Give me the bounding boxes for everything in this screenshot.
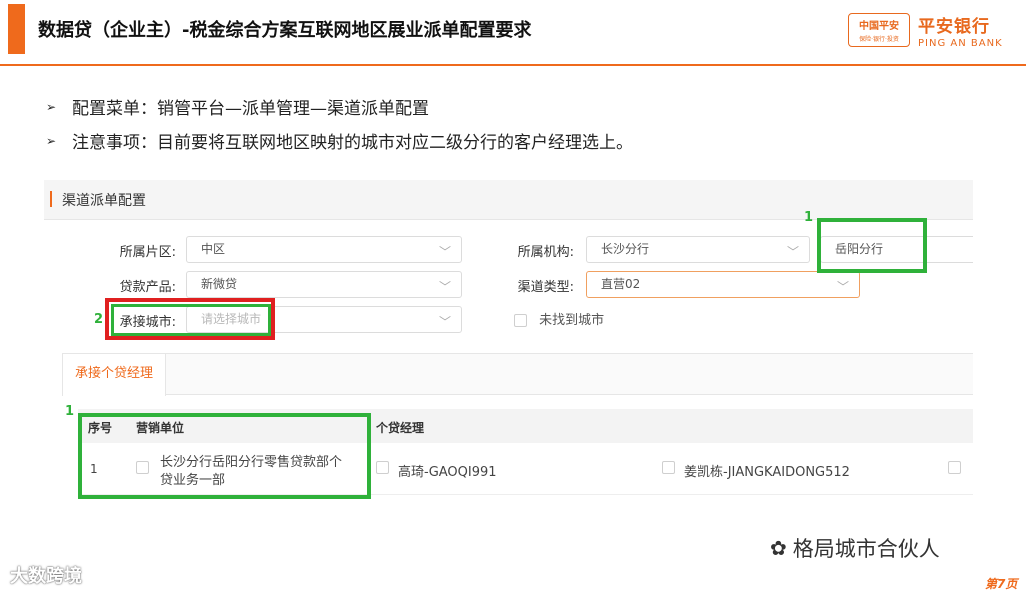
not-found-city-label: 未找到城市: [539, 313, 605, 328]
manager-name: 姜凯栋-JIANGKAIDONG512: [684, 465, 850, 480]
manager-checkbox[interactable]: [662, 460, 675, 474]
wechat-icon: ✿: [770, 536, 787, 560]
org-select[interactable]: 长沙分行 ﹀: [586, 236, 810, 263]
watermark-right: ✿ 格局城市合伙人: [770, 533, 940, 563]
highlight-box-sub-branch: [817, 218, 927, 273]
logo-en: PING AN BANK: [918, 37, 1003, 49]
watermark-left: 大数跨境: [10, 566, 82, 587]
chevron-down-icon: ﹀: [438, 245, 451, 259]
product-select-value: 新微贷: [201, 277, 238, 291]
panel-header: 渠道派单配置: [44, 180, 973, 220]
manager-checkbox[interactable]: [376, 460, 389, 474]
org-select-value: 长沙分行: [601, 242, 650, 256]
pingan-bank-logo: 中国平安 保险·银行·投资 平安银行 PING AN BANK: [848, 12, 1003, 49]
highlight-box-city-inner: [111, 304, 271, 336]
col-manager-header: 个贷经理: [376, 421, 425, 435]
arrow-bullet-icon: ➢: [46, 99, 57, 114]
bullet-item: ➢ 配置菜单：销管平台—派单管理—渠道派单配置: [46, 94, 429, 119]
region-select-value: 中区: [201, 242, 226, 256]
logo-cn: 平安银行: [918, 16, 990, 37]
chevron-down-icon: ﹀: [438, 315, 451, 329]
chevron-down-icon: ﹀: [786, 245, 799, 259]
arrow-bullet-icon: ➢: [46, 133, 57, 148]
chevron-down-icon: ﹀: [438, 280, 451, 294]
logo-badge: 中国平安 保险·银行·投资: [848, 13, 910, 47]
not-found-city-option[interactable]: 未找到城市: [514, 309, 604, 328]
tab-loan-managers[interactable]: 承接个贷经理: [62, 354, 166, 396]
checkbox[interactable]: [514, 314, 527, 327]
slide: 数据贷（企业主）-税金综合方案互联网地区展业派单配置要求 中国平安 保险·银行·…: [0, 0, 1026, 593]
tab-bar: 承接个贷经理: [62, 353, 973, 396]
watermark-right-text: 格局城市合伙人: [792, 537, 940, 561]
bullet-text: 注意事项：目前要将互联网地区映射的城市对应二级分行的客户经理选上。: [72, 133, 633, 153]
product-label: 贷款产品:: [119, 280, 176, 295]
channel-type-select-value: 直营02: [601, 277, 641, 291]
page-title: 数据贷（企业主）-税金综合方案互联网地区展业派单配置要求: [38, 20, 532, 41]
panel-title: 渠道派单配置: [62, 193, 146, 209]
product-select[interactable]: 新微贷 ﹀: [186, 271, 462, 298]
region-select[interactable]: 中区 ﹀: [186, 236, 462, 263]
chevron-down-icon: ﹀: [836, 280, 849, 294]
header-divider: [0, 64, 1026, 66]
region-label: 所属片区:: [119, 245, 176, 260]
channel-type-select[interactable]: 直营02 ﹀: [586, 271, 860, 298]
annotation-number: 2: [94, 312, 104, 327]
logo-badge-text: 中国平安: [859, 21, 899, 32]
annotation-number: 1: [65, 404, 75, 419]
org-label: 所属机构:: [517, 245, 574, 260]
manager-name: 高琦-GAOQI991: [398, 465, 497, 480]
panel-header-accent: [50, 191, 52, 207]
page-number: 第7页: [985, 577, 1018, 591]
bullet-item: ➢ 注意事项：目前要将互联网地区映射的城市对应二级分行的客户经理选上。: [46, 128, 633, 153]
annotation-number: 1: [804, 210, 814, 225]
channel-type-label: 渠道类型:: [517, 280, 574, 295]
bullet-text: 配置菜单：销管平台—派单管理—渠道派单配置: [72, 99, 429, 119]
header-accent-bar: [8, 4, 25, 54]
manager-checkbox[interactable]: [948, 460, 961, 474]
logo-text: 平安银行 PING AN BANK: [918, 12, 1003, 49]
logo-badge-subtext: 保险·银行·投资: [859, 36, 899, 43]
highlight-box-marketing-unit: [78, 413, 371, 499]
